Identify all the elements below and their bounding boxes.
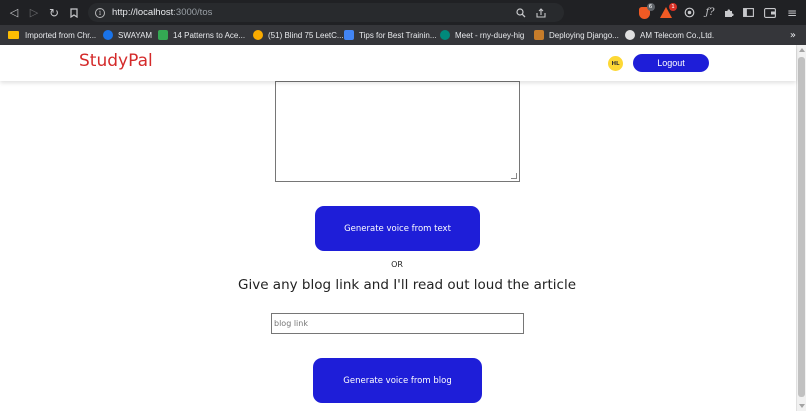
- generate-voice-from-text-button[interactable]: Generate voice from text: [315, 206, 480, 251]
- or-separator: OR: [391, 260, 403, 269]
- browser-toolbar: ◁ ▷ ↻ i http://localhost:3000/tos 6 1 ƒ?…: [0, 0, 806, 25]
- bookmark-icon[interactable]: [64, 0, 84, 25]
- django-icon: [534, 30, 544, 40]
- user-avatar[interactable]: HL: [608, 56, 623, 71]
- menu-icon[interactable]: ≡: [784, 0, 800, 25]
- bookmarks-bar: Imported from Chr... SWAYAM 14 Patterns …: [0, 25, 806, 45]
- tips-icon: [344, 30, 354, 40]
- extensions-puzzle-icon[interactable]: [722, 0, 736, 25]
- forward-icon[interactable]: ▷: [24, 0, 44, 25]
- function-extension-icon[interactable]: ƒ?: [702, 0, 718, 25]
- sidebar-icon[interactable]: [741, 0, 755, 25]
- app-logo[interactable]: StudyPal: [79, 51, 153, 71]
- extension-circle-icon[interactable]: [682, 0, 696, 25]
- page-scrollbar[interactable]: [796, 45, 806, 411]
- share-icon[interactable]: [536, 3, 546, 22]
- text-input-area[interactable]: [275, 81, 520, 182]
- back-icon[interactable]: ◁: [4, 0, 24, 25]
- zoom-icon[interactable]: [516, 3, 526, 22]
- blog-heading: Give any blog link and I'll read out lou…: [238, 277, 593, 293]
- site-info-icon[interactable]: i: [95, 7, 105, 18]
- bookmark-blind75[interactable]: (51) Blind 75 LeetC...: [253, 25, 344, 45]
- bookmark-meet[interactable]: Meet - rny-duey-hig: [440, 25, 524, 45]
- bookmark-telecom[interactable]: AM Telecom Co.,Ltd.: [625, 25, 714, 45]
- logout-button[interactable]: Logout: [633, 54, 709, 72]
- scroll-down-icon[interactable]: [799, 404, 805, 408]
- url-text[interactable]: http://localhost:3000/tos: [112, 7, 212, 18]
- bookmark-imported[interactable]: Imported from Chr...: [8, 25, 96, 45]
- scroll-up-icon[interactable]: [799, 48, 805, 52]
- bookmark-tips[interactable]: Tips for Best Trainin...: [344, 25, 437, 45]
- blog-link-input[interactable]: [271, 313, 524, 334]
- swayam-icon: [103, 30, 113, 40]
- reload-icon[interactable]: ↻: [44, 0, 64, 25]
- patterns-icon: [158, 30, 168, 40]
- meet-icon: [440, 30, 450, 40]
- bookmark-patterns[interactable]: 14 Patterns to Ace...: [158, 25, 245, 45]
- generate-voice-from-blog-button[interactable]: Generate voice from blog: [313, 358, 482, 403]
- bookmark-swayam[interactable]: SWAYAM: [103, 25, 152, 45]
- rewards-count-badge: 1: [669, 3, 677, 11]
- wallet-icon[interactable]: [762, 0, 778, 25]
- telecom-icon: [625, 30, 635, 40]
- address-bar[interactable]: i http://localhost:3000/tos: [88, 3, 564, 22]
- brave-shield-icon[interactable]: 6: [636, 0, 655, 25]
- bookmarks-overflow-icon[interactable]: »: [790, 25, 796, 45]
- scroll-thumb[interactable]: [798, 57, 805, 397]
- folder-icon: [8, 31, 19, 39]
- resize-handle-icon[interactable]: [511, 173, 517, 179]
- main-content: Generate voice from text OR Give any blo…: [0, 81, 796, 411]
- leetcode-icon: [253, 30, 263, 40]
- blog-heading-text: Give any blog link and I'll read out lou…: [238, 277, 577, 293]
- bookmark-django[interactable]: Deploying Django...: [534, 25, 619, 45]
- shield-count-badge: 6: [646, 2, 655, 11]
- app-header: StudyPal HL Logout: [0, 45, 796, 81]
- brave-rewards-icon[interactable]: 1: [658, 0, 677, 25]
